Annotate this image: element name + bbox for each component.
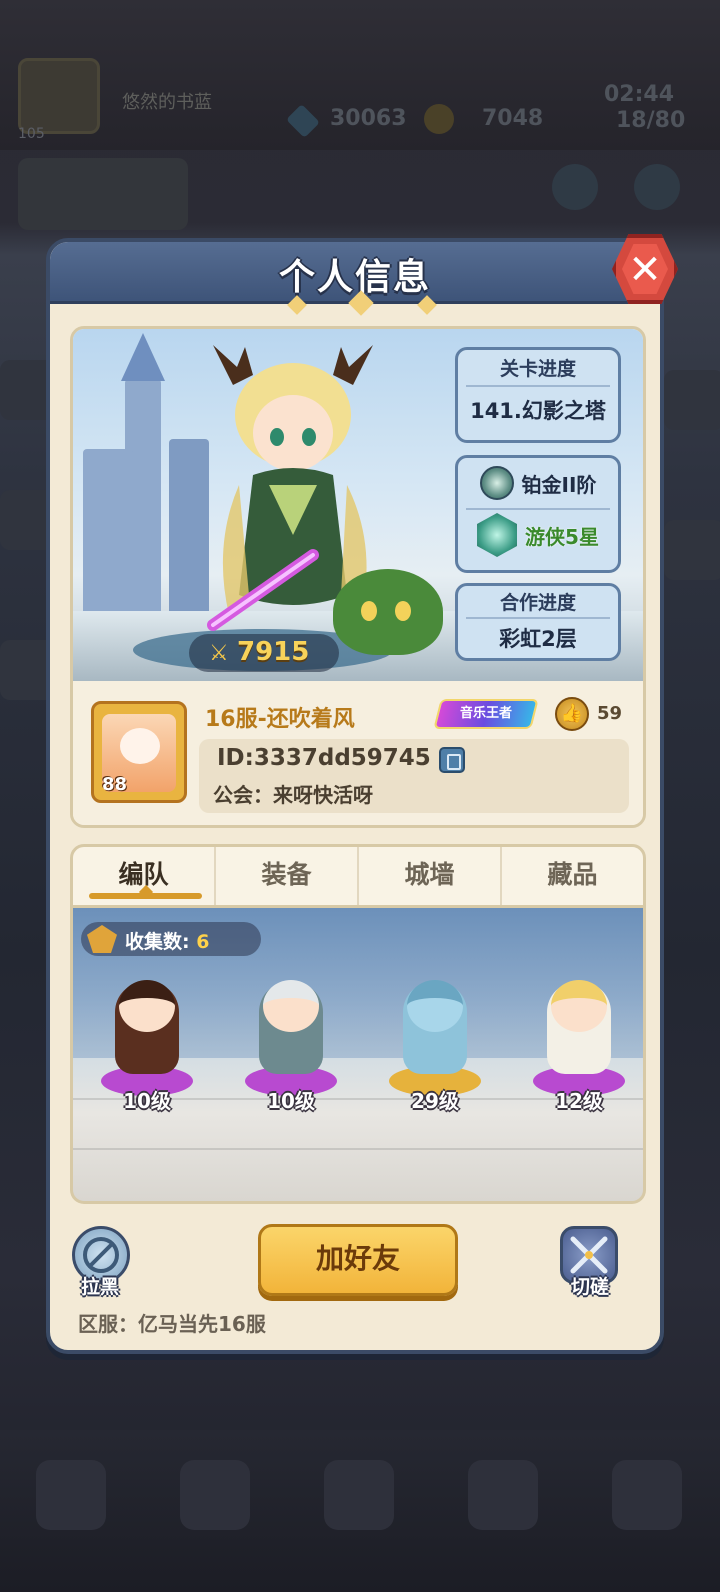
tab-label: 藏品 [547,860,598,889]
tab-collection[interactable]: 藏品 [500,847,643,905]
guild-name: 公会：来呀快活呀 [213,783,373,807]
tab-bar: 编队 装备 城墙 藏品 [70,844,646,908]
stage-label: 关卡进度 [499,358,576,380]
rank-emblem-icon [479,466,514,500]
player-level: 105 [18,126,45,142]
bottom-nav [0,1430,720,1592]
hero-level: 10级 [267,1089,315,1113]
rank-class: 游侠5星 [525,524,599,549]
collection-count: 收集数: 6 [81,922,261,956]
coin-count: 7048 [482,106,544,131]
collection-number: 6 [196,931,210,953]
player-avatar [18,58,100,134]
stage-progress-box: 关卡进度 141.幻影之塔 [455,347,621,443]
power-value: 7915 [237,637,310,667]
server-info: 区服：亿马当先16服 [78,1312,266,1336]
team-hero-slot[interactable]: 12级 [519,974,639,1114]
sword-icon: ⚔ [209,641,229,666]
player-id: ID:3337dd59745 [217,745,431,771]
id-box: ID:3337dd59745 公会：来呀快活呀 [199,739,629,813]
player-avatar-frame[interactable]: 88 [91,701,187,803]
nav-item [612,1460,682,1530]
profile-row: 88 16服-还吹着风 音乐王者 👍 59 ID:3337dd59745 公会：… [73,681,643,825]
hero-head [407,980,463,1032]
block-label: 拉黑 [80,1276,119,1298]
hero-level: 10级 [123,1089,171,1113]
player-name: 16服-还吹着风 [205,707,355,732]
team-panel: 收集数: 6 10级 10级 29级 12级 [70,908,646,1204]
floor-line [73,1148,643,1150]
castle-tower [83,449,133,619]
hero-head [263,980,319,1032]
team-hero-slot[interactable]: 10级 [87,974,207,1114]
nav-item [324,1460,394,1530]
hero-level: 12级 [555,1089,603,1113]
power-badge: ⚔ 7915 [189,634,339,672]
event-banner [18,158,188,230]
avatar-face [120,728,160,764]
side-icon [664,370,720,430]
tab-equipment[interactable]: 装备 [214,847,357,905]
add-friend-button[interactable]: 加好友 [258,1224,458,1296]
team-hero-slot[interactable]: 10级 [231,974,351,1114]
coin-icon [424,104,454,134]
profile-dialog: 个人信息 ⚔ 7915 关卡进度 141.幻影之塔 铂金II阶 游侠5星 合作进… [46,238,664,1354]
hero-head [119,980,175,1032]
box-divider [466,385,610,387]
team-hero-slot[interactable]: 29级 [375,974,495,1114]
coop-label: 合作进度 [499,592,576,614]
hero-scene: ⚔ 7915 关卡进度 141.幻影之塔 铂金II阶 游侠5星 合作进度 彩虹2… [73,329,643,681]
avatar-level: 88 [102,774,128,795]
rank-box[interactable]: 铂金II阶 游侠5星 [455,455,621,573]
gem-count: 30063 [330,106,407,131]
copy-icon[interactable] [439,747,465,773]
collection-label: 收集数: 6 [125,927,209,954]
rank-tier-row: 铂金II阶 [458,458,618,508]
tab-wall[interactable]: 城墙 [357,847,500,905]
pet-eye [361,601,377,621]
rank-tier: 铂金II阶 [521,472,597,497]
nav-item [180,1460,250,1530]
rank-class-row: 游侠5星 [458,510,618,560]
stamina-count: 18/80 [616,108,686,133]
box-divider [466,617,610,619]
coop-progress-box: 合作进度 彩虹2层 [455,583,621,661]
tab-label: 装备 [261,860,312,889]
hero-head [551,980,607,1032]
close-icon: ✕ [628,247,662,293]
nav-item [468,1460,538,1530]
hero-level: 29级 [411,1089,459,1113]
dialog-title: 个人信息 [278,257,431,298]
clock-text: 02:44 [604,82,675,107]
thumbs-up-icon[interactable]: 👍 [555,697,589,731]
tab-label: 城墙 [404,860,455,889]
tab-team[interactable]: 编队 [73,847,214,905]
title-badge-text: 音乐王者 [459,706,512,721]
coop-value: 彩虹2层 [499,627,577,651]
medal-icon [87,925,117,953]
nav-item [36,1460,106,1530]
duel-label: 切磋 [570,1276,609,1298]
hero-card: ⚔ 7915 关卡进度 141.幻影之塔 铂金II阶 游侠5星 合作进度 彩虹2… [70,326,646,828]
like-count: 59 [597,703,623,724]
tab-label: 编队 [118,860,169,889]
tab-active-indicator [89,893,202,899]
collection-label-text: 收集数: [125,931,190,953]
title-badge: 音乐王者 [433,699,539,729]
bush-pet [333,569,443,655]
menu-icon [552,164,598,210]
class-emblem-icon [477,513,518,557]
menu-icon [634,164,680,210]
player-name: 悠然的书蓝 [122,92,212,113]
side-icon [664,520,720,580]
pet-eye [395,601,411,621]
stage-value: 141.幻影之塔 [470,399,606,423]
castle-roof [121,333,165,381]
